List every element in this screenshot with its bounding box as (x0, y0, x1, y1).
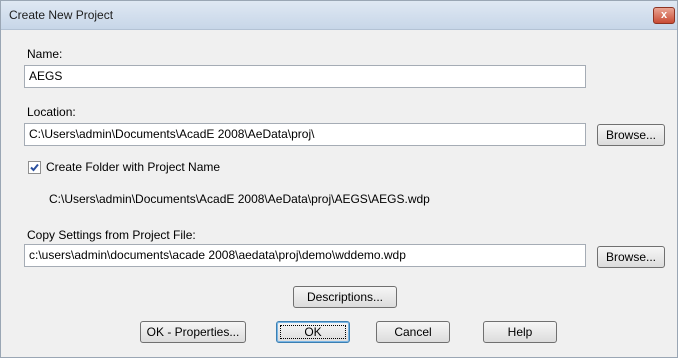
help-button[interactable]: Help (483, 321, 557, 343)
close-icon: x (660, 9, 668, 21)
name-field[interactable]: AEGS (24, 65, 586, 88)
create-folder-checkbox[interactable] (28, 161, 41, 174)
descriptions-button[interactable]: Descriptions... (293, 286, 397, 308)
title-bar: Create New Project x (1, 1, 677, 30)
ok-properties-button[interactable]: OK - Properties... (140, 321, 246, 343)
ok-button[interactable]: OK (276, 321, 350, 343)
copy-settings-browse-button[interactable]: Browse... (597, 246, 665, 268)
create-new-project-dialog: Create New Project x Name: AEGS Location… (0, 0, 678, 358)
location-field[interactable]: C:\Users\admin\Documents\AcadE 2008\AeDa… (24, 123, 586, 146)
focus-indicator (280, 325, 346, 339)
location-label: Location: (27, 105, 76, 119)
copy-settings-label: Copy Settings from Project File: (27, 228, 196, 242)
checkmark-icon (30, 163, 39, 172)
create-folder-label[interactable]: Create Folder with Project Name (46, 160, 220, 174)
location-browse-button[interactable]: Browse... (597, 124, 665, 146)
close-button[interactable]: x (653, 7, 675, 24)
name-label: Name: (27, 47, 63, 61)
window-title: Create New Project (9, 8, 114, 22)
cancel-button[interactable]: Cancel (376, 321, 450, 343)
copy-settings-field[interactable]: c:\users\admin\documents\acade 2008\aeda… (24, 244, 586, 267)
project-file-path: C:\Users\admin\Documents\AcadE 2008\AeDa… (49, 192, 430, 206)
